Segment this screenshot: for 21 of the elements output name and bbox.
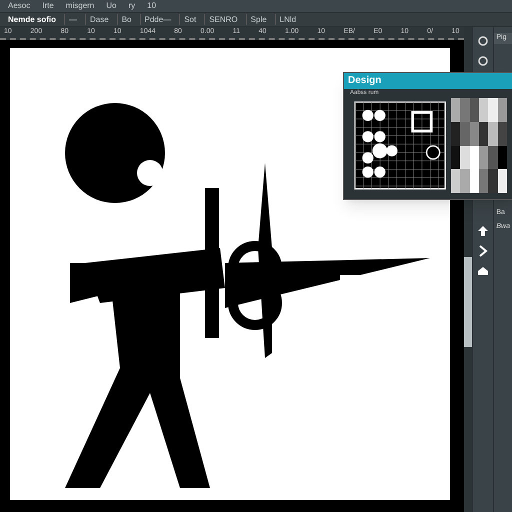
panel-title: Design bbox=[344, 73, 512, 89]
menu-item[interactable]: Uo bbox=[106, 2, 116, 10]
house-icon[interactable] bbox=[477, 265, 490, 277]
toolbar-button[interactable]: Bo bbox=[116, 14, 136, 25]
figure-icon[interactable] bbox=[477, 55, 490, 67]
arrow-up-icon[interactable] bbox=[477, 225, 490, 237]
figure-icon[interactable] bbox=[477, 35, 490, 47]
toolbar-button[interactable]: Sple bbox=[246, 14, 271, 25]
toolbar-button[interactable]: Dase bbox=[85, 14, 113, 25]
toolbar-button[interactable]: Nemde sofio bbox=[4, 14, 60, 25]
menu-item[interactable]: 10 bbox=[147, 2, 156, 10]
menu-item[interactable]: misgern bbox=[66, 2, 94, 10]
toolbar-button[interactable]: — bbox=[64, 14, 82, 25]
menu-item[interactable]: ry bbox=[128, 2, 136, 10]
toolbar-button[interactable]: Pdde— bbox=[140, 14, 176, 25]
menu-item[interactable]: Aesoc bbox=[8, 2, 30, 10]
toolbar-button[interactable]: LNld bbox=[274, 14, 300, 25]
toolbar-button[interactable]: SENRO bbox=[204, 14, 242, 25]
menu-item[interactable]: Irte bbox=[42, 2, 54, 10]
chevron-icon[interactable] bbox=[477, 245, 490, 257]
toolbar-button[interactable]: Sot bbox=[179, 14, 200, 25]
